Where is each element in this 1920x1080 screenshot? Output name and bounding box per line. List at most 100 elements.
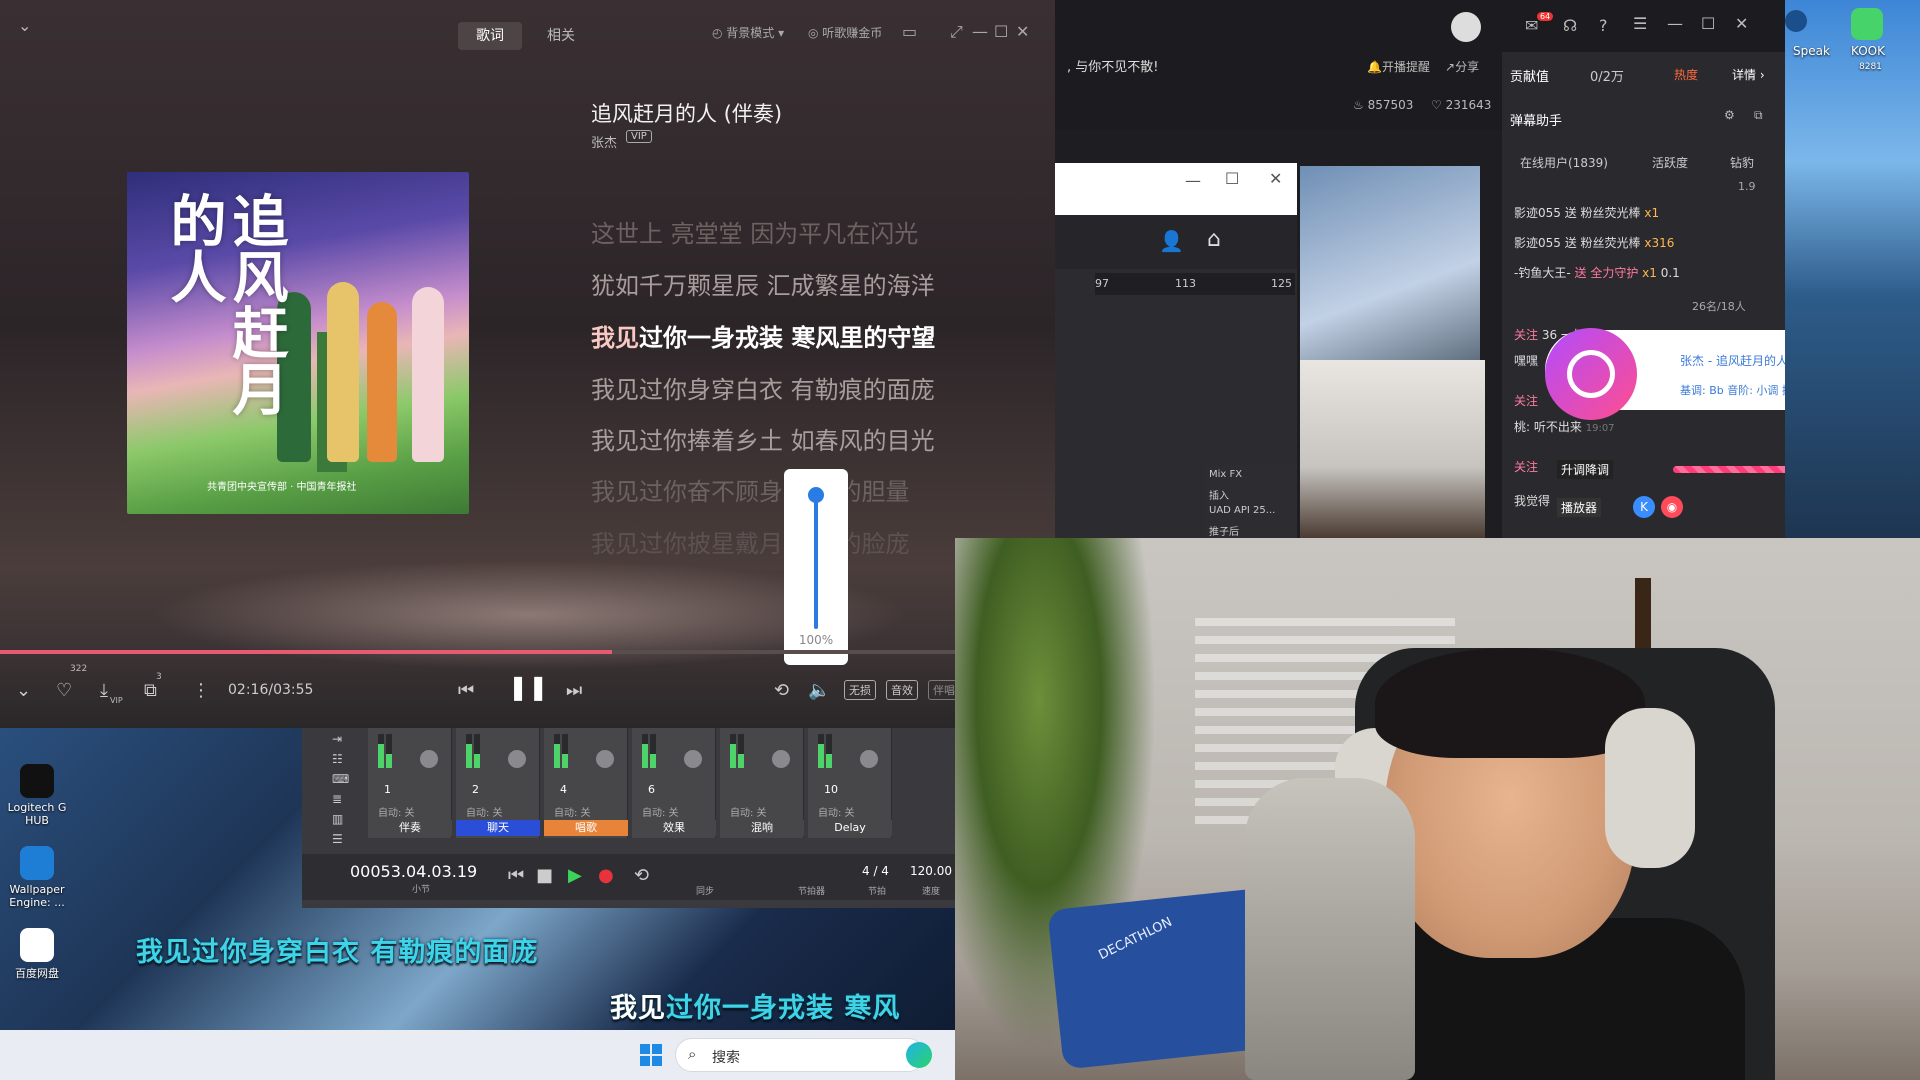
stop-icon[interactable]: ■ [536, 866, 553, 886]
lyric-line[interactable]: 我见过你捧着乡土 如春风的目光 [591, 421, 935, 456]
desktop-icon-ghub[interactable]: Logitech G HUB [6, 764, 68, 827]
next-icon[interactable]: ⏭ [566, 680, 582, 702]
add-to-playlist-icon[interactable]: ⧉ [144, 680, 157, 702]
collapse-icon[interactable]: ⌄ [18, 16, 31, 35]
netease-icon[interactable]: ◉ [1661, 496, 1683, 518]
mix-fx-title[interactable]: Mix FX [1209, 469, 1242, 480]
lyric-line-current[interactable]: 我见过你一身戎装 寒风里的守望 [591, 318, 935, 353]
close-icon[interactable]: ✕ [1016, 22, 1029, 42]
song-artist[interactable]: 张杰 [591, 132, 617, 151]
taskbar-search[interactable]: ⌕ 搜索 [675, 1038, 925, 1072]
channel-name[interactable]: Delay [808, 820, 892, 836]
pitch-slider[interactable] [1673, 466, 1785, 473]
volume-slider[interactable] [814, 495, 818, 629]
edge-browser-icon[interactable] [906, 1042, 932, 1068]
pan-knob[interactable] [860, 750, 878, 768]
lyric-line[interactable]: 我见过你披星戴月 ...光的脸庞 [591, 524, 910, 559]
automation-label[interactable]: 自动: 关 [378, 804, 415, 819]
channel-name[interactable]: 伴奏 [368, 820, 452, 836]
windows-start-icon[interactable] [640, 1044, 662, 1066]
stream-preview-thumbnail[interactable] [1300, 166, 1480, 366]
channel-name[interactable]: 聊天 [456, 820, 540, 836]
close-icon[interactable]: ✕ [1269, 169, 1282, 188]
mix-fx-row[interactable]: 插入 [1209, 487, 1229, 502]
desktop-icon-wallpaper-engine[interactable]: Wallpaper Engine: ... [6, 846, 68, 909]
heart-icon[interactable]: ♡ [56, 680, 72, 702]
mix-fx-row[interactable]: 推子后 [1209, 523, 1239, 538]
speak-icon[interactable] [1785, 10, 1807, 32]
pan-knob[interactable] [684, 750, 702, 768]
pan-knob[interactable] [420, 750, 438, 768]
menu-icon[interactable]: ☰ [332, 832, 343, 846]
routing-icon[interactable]: ⇥ [332, 732, 342, 746]
mini-mode-icon[interactable]: ▭ [902, 22, 917, 42]
desktop-icon-baidu-netdisk[interactable]: 百度网盘 [6, 928, 68, 981]
channel-strip[interactable]: 4 自动: 关唱歌 [544, 728, 628, 838]
channel-strip[interactable]: 10 自动: 关 Delay [808, 728, 892, 838]
close-icon[interactable]: ✕ [1735, 14, 1748, 33]
lyric-line[interactable]: 我见过你奋不顾身 ...光的胆量 [591, 472, 910, 507]
meter-icon[interactable]: ▥ [332, 812, 343, 826]
channel-name[interactable]: 混响 [720, 820, 804, 836]
previous-icon[interactable]: ⏮ [458, 680, 474, 702]
keyboard-icon[interactable]: ⌨ [332, 772, 349, 786]
position-counter[interactable]: 00053.04.03.19 [350, 862, 477, 881]
song-info-card[interactable]: 张杰 - 追风赶月的人 (伴奏) 基调: Bb 音阶: 小调 插件: A [1545, 328, 1785, 420]
pan-knob[interactable] [596, 750, 614, 768]
tab-related[interactable]: 相关 [536, 22, 586, 50]
headset-icon[interactable]: ☊ [1563, 16, 1577, 35]
share-button[interactable]: ↗分享 [1445, 58, 1479, 75]
loop-icon[interactable]: ⟲ [634, 866, 649, 886]
minimize-icon[interactable]: — [1185, 171, 1201, 190]
channel-strip[interactable]: 1 自动: 关伴奏 [368, 728, 452, 838]
layers-icon[interactable]: ≣ [332, 792, 342, 806]
automation-label[interactable]: 自动: 关 [642, 804, 679, 819]
settings-icon[interactable]: ⚙ [1724, 108, 1735, 122]
minimize-icon[interactable]: — [972, 22, 988, 42]
automation-label[interactable]: 自动: 关 [818, 804, 855, 819]
pan-knob[interactable] [508, 750, 526, 768]
list-icon[interactable]: ☷ [332, 752, 343, 766]
rewind-icon[interactable]: ⏮ [508, 866, 524, 886]
message-icon[interactable]: ✉ [1525, 16, 1538, 35]
collapse-player-icon[interactable]: ⌄ [16, 680, 31, 702]
avatar[interactable] [1451, 12, 1481, 42]
lossless-tag[interactable]: 无损 [844, 680, 876, 700]
fullscreen-icon[interactable]: ⤢ [950, 22, 963, 42]
tempo-value[interactable]: 120.00 [910, 864, 952, 878]
home-icon[interactable]: ⌂ [1207, 227, 1221, 252]
popout-icon[interactable]: ⧉ [1754, 108, 1763, 123]
kugou-icon[interactable]: K [1633, 496, 1655, 518]
remind-button[interactable]: 🔔开播提醒 [1367, 58, 1430, 75]
automation-label[interactable]: 自动: 关 [554, 804, 591, 819]
download-icon[interactable]: ⤓ [100, 680, 108, 702]
tab-diamond[interactable]: 钻豹 [1730, 154, 1754, 171]
hot-badge[interactable]: 热度 [1674, 66, 1698, 83]
channel-name[interactable]: 效果 [632, 820, 716, 836]
automation-label[interactable]: 自动: 关 [466, 804, 503, 819]
detail-link[interactable]: 详情 › [1732, 66, 1765, 83]
volume-icon[interactable]: 🔈 [808, 680, 830, 702]
minimize-icon[interactable]: — [1667, 14, 1683, 33]
pause-icon[interactable]: ❚❚ [508, 675, 548, 699]
channel-strip[interactable]: 自动: 关混响 [720, 728, 804, 838]
time-signature[interactable]: 4 / 4 [862, 864, 889, 878]
pan-knob[interactable] [772, 750, 790, 768]
record-icon[interactable]: ● [598, 866, 614, 886]
tab-activity[interactable]: 活跃度 [1652, 154, 1688, 171]
volume-knob[interactable] [808, 487, 824, 503]
help-icon[interactable]: ? [1599, 16, 1608, 35]
maximize-icon[interactable]: ☐ [1225, 169, 1239, 188]
mix-fx-row[interactable]: UAD API 25... [1209, 505, 1275, 516]
sound-effect-tag[interactable]: 音效 [886, 680, 918, 700]
tab-lyrics[interactable]: 歌词 [458, 22, 522, 50]
channel-strip[interactable]: 2 自动: 关聊天 [456, 728, 540, 838]
more-icon[interactable]: ⋮ [192, 680, 210, 702]
user-icon[interactable]: 👤 [1159, 229, 1184, 253]
tab-online-users[interactable]: 在线用户(1839) [1520, 154, 1608, 171]
lyric-line[interactable]: 这世上 亮堂堂 因为平凡在闪光 [591, 214, 918, 249]
kook-icon[interactable] [1851, 8, 1883, 40]
menu-icon[interactable]: ☰ [1633, 14, 1647, 33]
bg-mode-button[interactable]: ◴ 背景模式 ▾ [712, 24, 784, 42]
repeat-icon[interactable]: ⟲ [774, 680, 789, 702]
